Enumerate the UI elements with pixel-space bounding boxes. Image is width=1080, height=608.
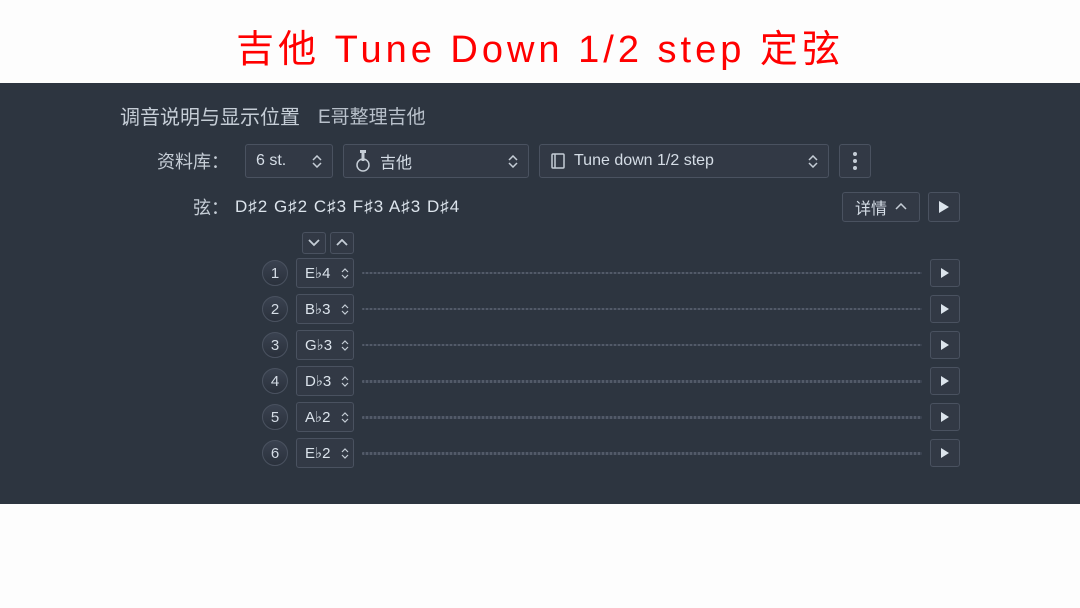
library-label: 资料库： [0,148,235,174]
string-row: 2 B♭3 [262,294,960,324]
string-number: 1 [262,260,288,286]
play-string-button[interactable] [930,367,960,395]
play-icon [940,303,950,315]
note-value: A♭2 [305,408,341,426]
string-line [362,344,922,346]
play-icon [940,411,950,423]
strings-label: 弦： [0,194,235,220]
details-label: 详情 [855,195,887,219]
updown-icon [508,155,518,168]
details-toggle-button[interactable]: 详情 [842,192,920,222]
transpose-up-button[interactable] [330,232,354,254]
note-spinner[interactable]: A♭2 [296,402,354,432]
note-value: E♭2 [305,444,341,462]
play-icon [938,200,950,214]
string-number: 6 [262,440,288,466]
string-number: 5 [262,404,288,430]
play-string-button[interactable] [930,403,960,431]
string-line [362,272,922,274]
string-row: 6 E♭2 [262,438,960,468]
section-title: 调音说明与显示位置 [120,101,300,130]
spinner-icon [341,304,349,315]
play-string-button[interactable] [930,295,960,323]
note-spinner[interactable]: E♭2 [296,438,354,468]
play-icon [940,339,950,351]
spinner-icon [341,448,349,459]
instrument-select[interactable]: 吉他 [343,144,529,178]
note-spinner[interactable]: B♭3 [296,294,354,324]
note-value: G♭3 [305,336,341,354]
note-value: E♭4 [305,264,341,282]
kebab-icon [853,152,857,170]
string-number: 4 [262,368,288,394]
library-row: 资料库： 6 st. 吉他 Tune down 1/2 step [0,144,1080,188]
book-icon [550,152,566,170]
note-spinner[interactable]: D♭3 [296,366,354,396]
string-row: 1 E♭4 [262,258,960,288]
string-row: 5 A♭2 [262,402,960,432]
note-value: B♭3 [305,300,341,318]
guitar-icon [354,150,372,172]
string-count-value: 6 st. [256,152,286,170]
strings-summary-row: 弦： D♯2 G♯2 C♯3 F♯3 A♯3 D♯4 详情 [0,188,1080,232]
transpose-down-button[interactable] [302,232,326,254]
string-line [362,308,922,310]
play-all-button[interactable] [928,192,960,222]
more-menu-button[interactable] [839,144,871,178]
string-line [362,380,922,383]
updown-icon [808,155,818,168]
string-line [362,416,922,419]
string-row: 4 D♭3 [262,366,960,396]
overlay-title: 吉他 Tune Down 1/2 step 定弦 [0,0,1080,83]
note-spinner[interactable]: E♭4 [296,258,354,288]
string-number: 2 [262,296,288,322]
string-row: 3 G♭3 [262,330,960,360]
string-count-select[interactable]: 6 st. [245,144,333,178]
play-string-button[interactable] [930,259,960,287]
section-subtitle: E哥整理吉他 [318,102,426,129]
note-spinner[interactable]: G♭3 [296,330,354,360]
global-transpose-controls [262,232,960,258]
instrument-value: 吉他 [380,149,500,173]
play-icon [940,375,950,387]
section-header: 调音说明与显示位置 E哥整理吉他 [0,101,1080,144]
spinner-icon [341,376,349,387]
spinner-icon [341,340,349,351]
play-icon [940,267,950,279]
note-value: D♭3 [305,372,341,390]
string-line [362,452,922,455]
string-number: 3 [262,332,288,358]
spinner-icon [341,268,349,279]
spinner-icon [341,412,349,423]
strings-readout: D♯2 G♯2 C♯3 F♯3 A♯3 D♯4 [235,197,842,217]
updown-icon [312,155,322,168]
play-string-button[interactable] [930,331,960,359]
tuning-preset-select[interactable]: Tune down 1/2 step [539,144,829,178]
tuning-area: 1 E♭4 2 B♭3 3 G♭3 4 D♭3 5 A♭2 6 E♭2 [0,232,1080,468]
tuning-panel: 调音说明与显示位置 E哥整理吉他 资料库： 6 st. 吉他 [0,83,1080,504]
tuning-preset-value: Tune down 1/2 step [574,152,800,170]
play-icon [940,447,950,459]
play-string-button[interactable] [930,439,960,467]
collapse-up-icon [895,203,907,211]
